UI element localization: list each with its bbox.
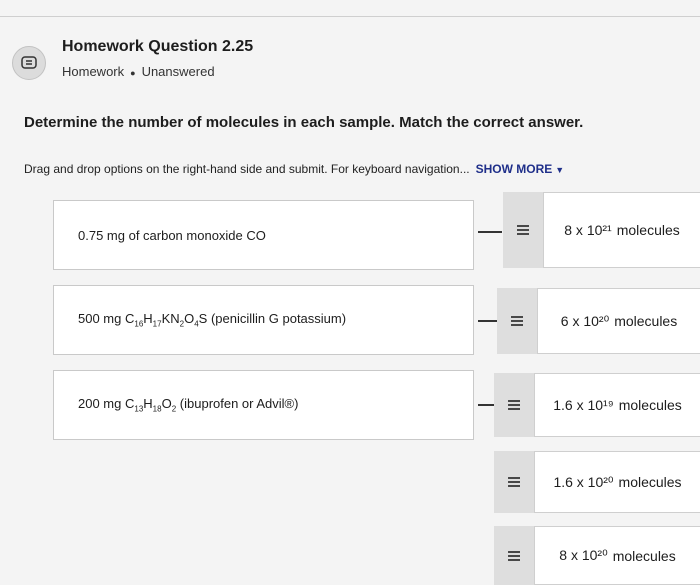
question-bubble-icon	[12, 46, 46, 80]
answer-3-value: 1.6 x 10¹⁹	[553, 397, 614, 413]
answer-2-value: 6 x 10²⁰	[560, 312, 610, 329]
answer-option-1[interactable]: 8 x 10²¹ molecules	[543, 192, 700, 268]
answer-5-value: 8 x 10²⁰	[559, 547, 608, 563]
chevron-down-icon: ▼	[555, 165, 565, 175]
item-3-formula: 200 mg C13H18O2 (ibuprofen or Advil®)	[78, 396, 299, 414]
homework-label: Homework	[62, 64, 125, 79]
answer-option-4[interactable]: 1.6 x 10²⁰ molecules	[534, 451, 700, 513]
show-more-link[interactable]: SHOW MORE ▼	[476, 162, 565, 176]
separator-dot: ●	[130, 67, 136, 78]
answer-option-3[interactable]: 1.6 x 10¹⁹ molecules	[534, 373, 700, 437]
answer-4-unit: molecules	[618, 474, 682, 490]
drag-handle-icon[interactable]	[494, 526, 534, 585]
answer-1-value: 8 x 10²¹	[564, 222, 612, 238]
answer-option-2[interactable]: 6 x 10²⁰ molecules	[537, 288, 700, 354]
match-item-1: 0.75 mg of carbon monoxide CO	[53, 200, 474, 270]
answer-4-value: 1.6 x 10²⁰	[553, 473, 614, 490]
question-prompt: Determine the number of molecules in eac…	[24, 114, 584, 131]
answer-5-unit: molecules	[612, 547, 676, 564]
match-item-2: 500 mg C16H17KN2O4S (penicillin G potass…	[53, 285, 474, 355]
connector-line-1	[478, 231, 502, 233]
question-title: Homework Question 2.25	[62, 38, 254, 55]
status-label: Unanswered	[141, 64, 215, 79]
answer-2-unit: molecules	[614, 313, 678, 329]
match-item-3: 200 mg C13H18O2 (ibuprofen or Advil®)	[53, 370, 474, 440]
item-2-formula: 500 mg C16H17KN2O4S (penicillin G potass…	[78, 311, 347, 329]
drag-handle-icon[interactable]	[503, 192, 543, 268]
top-divider	[0, 16, 700, 17]
drag-instructions: Drag and drop options on the right-hand …	[24, 162, 564, 176]
question-meta: Homework ● Unanswered	[62, 64, 215, 79]
drag-handle-icon[interactable]	[497, 288, 537, 354]
answer-3-unit: molecules	[618, 397, 682, 413]
answer-1-unit: molecules	[616, 222, 680, 238]
show-more-label: SHOW MORE	[475, 162, 553, 176]
answer-option-5[interactable]: 8 x 10²⁰ molecules	[534, 526, 700, 585]
drag-handle-icon[interactable]	[494, 373, 534, 437]
drag-handle-icon[interactable]	[494, 451, 534, 513]
instructions-text: Drag and drop options on the right-hand …	[24, 162, 470, 176]
item-1-text: 0.75 mg of carbon monoxide CO	[78, 227, 266, 243]
